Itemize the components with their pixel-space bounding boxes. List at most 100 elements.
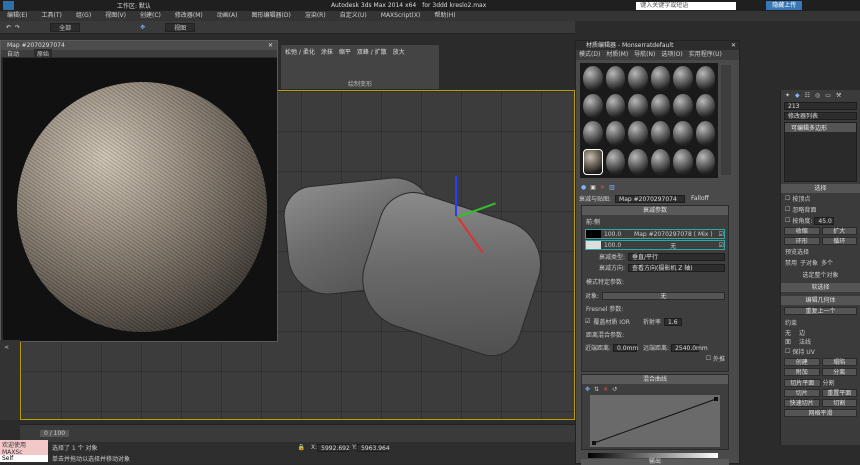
mesh-smooth-button[interactable]: 网格平滑 <box>784 409 857 417</box>
me-menu-material[interactable]: 材质(M) <box>603 50 631 60</box>
utilities-tab-icon[interactable]: ⚒ <box>836 92 841 99</box>
object-name-field[interactable]: 213 <box>784 102 857 110</box>
ribbon-flatten-button[interactable]: 缩平 <box>339 47 351 56</box>
far-field[interactable]: 2540.0mm <box>671 343 708 352</box>
stack-item-editable-poly[interactable]: 可编辑多边形 <box>785 123 856 132</box>
output-rollout-title[interactable]: 输出 <box>581 459 729 465</box>
multi-radio[interactable]: 多个 <box>821 258 833 267</box>
create-tab-icon[interactable]: ✦ <box>785 92 790 99</box>
assign-material-icon[interactable]: ▣ <box>590 184 596 191</box>
near-field[interactable]: 0.0mm <box>613 343 638 352</box>
sample-slot[interactable] <box>650 148 670 175</box>
me-menu-navigation[interactable]: 导航(N) <box>631 50 658 60</box>
ribbon-relax-button[interactable]: 松弛 / 柔化 <box>285 47 315 56</box>
edit-geometry-title[interactable]: 编辑几何体 <box>781 296 860 305</box>
close-icon[interactable]: ✕ <box>731 41 736 50</box>
create-button[interactable]: 创建 <box>784 358 820 366</box>
sample-slot[interactable] <box>695 148 715 175</box>
ribbon-pinch-button[interactable]: 双峰 / 扩散 <box>357 47 387 56</box>
attach-button[interactable]: 附加 <box>784 368 820 376</box>
side-amount[interactable]: 100.0 <box>604 242 628 249</box>
front-map-button[interactable]: Map #2070297078 ( Mix ) <box>631 231 716 238</box>
hierarchy-tab-icon[interactable]: ☷ <box>805 92 810 99</box>
sample-slot[interactable] <box>673 121 693 146</box>
ior-field[interactable]: 1.6 <box>663 317 682 326</box>
angle-field[interactable]: 45.0 <box>814 216 835 225</box>
menu-group[interactable]: 组(G) <box>69 11 98 21</box>
map-type-button[interactable]: Falloff <box>691 195 709 202</box>
checkbox-icon[interactable]: ☐ <box>785 206 790 213</box>
object-pick-button[interactable]: 无 <box>602 291 725 300</box>
me-menu-modes[interactable]: 模式(D) <box>576 50 603 60</box>
lock-icon[interactable]: 🔒 <box>298 444 305 451</box>
gizmo-y-axis[interactable] <box>455 176 457 216</box>
detach-button[interactable]: 分离 <box>821 368 857 376</box>
checkbox-icon[interactable]: ☑ <box>585 318 590 325</box>
modifier-list-dropdown[interactable]: 修改器列表 <box>784 112 857 120</box>
slice-plane-button[interactable]: 切片平面 <box>784 378 821 387</box>
side-map-button[interactable]: 无 <box>631 241 716 250</box>
selection-filter-dropdown[interactable]: 全部 <box>50 22 81 32</box>
constraint-none[interactable]: 无 <box>785 328 791 337</box>
sample-slot-selected[interactable] <box>583 148 603 175</box>
grow-button[interactable]: 扩大 <box>821 227 857 235</box>
mix-curve-graph[interactable] <box>590 395 720 447</box>
repeat-last-button[interactable]: 重复上一个 <box>784 307 857 315</box>
map-mode[interactable]: 自动 <box>1 49 19 58</box>
modify-tab-icon[interactable]: ◆ <box>795 92 800 99</box>
front-color-swatch[interactable] <box>586 230 601 238</box>
share-icon[interactable]: ⋖ <box>0 340 20 355</box>
display-tab-icon[interactable]: ▭ <box>825 92 831 99</box>
front-amount[interactable]: 100.0 <box>604 231 628 238</box>
falloff-type-select[interactable]: 垂直/平行 <box>628 252 725 261</box>
delete-icon[interactable]: ✕ <box>600 184 605 191</box>
select-move-icon[interactable]: ✥ <box>140 24 145 31</box>
slice-button[interactable]: 切片 <box>784 389 820 397</box>
sample-slot[interactable] <box>605 93 625 118</box>
reset-curve-icon[interactable]: ↺ <box>612 386 617 393</box>
sample-slot[interactable] <box>628 93 648 118</box>
sample-slot[interactable] <box>673 93 693 118</box>
shrink-button[interactable]: 收缩 <box>784 227 820 235</box>
menu-tools[interactable]: 工具(T) <box>34 11 68 21</box>
ring-button[interactable]: 环形 <box>784 237 820 245</box>
listener-input[interactable]: Self <box>0 455 48 462</box>
map-channel[interactable]: 原始 <box>34 49 53 58</box>
move-point-icon[interactable]: ✥ <box>585 386 590 393</box>
sample-slot[interactable] <box>628 66 648 91</box>
checkbox-icon[interactable]: ☑ <box>719 242 724 249</box>
ribbon-smudge-button[interactable]: 涂抹 <box>321 47 333 56</box>
show-map-icon[interactable]: ▥ <box>609 184 615 191</box>
menu-views[interactable]: 视图(V) <box>98 11 133 21</box>
ribbon-amplify-button[interactable]: 放大 <box>393 47 405 56</box>
delete-point-icon[interactable]: ✕ <box>603 386 608 393</box>
falloff-dir-select[interactable]: 查看方向(摄影机 Z 轴) <box>628 263 725 272</box>
collapse-button[interactable]: 塌陷 <box>821 358 857 366</box>
sample-slot[interactable] <box>605 121 625 146</box>
time-slider[interactable]: 0 / 100 <box>40 430 70 437</box>
me-menu-options[interactable]: 选项(O) <box>658 50 685 60</box>
loop-button[interactable]: 循环 <box>821 237 857 245</box>
sample-slot[interactable] <box>605 66 625 91</box>
constraint-edge[interactable]: 边 <box>799 328 805 337</box>
scale-point-icon[interactable]: ⇅ <box>594 386 599 393</box>
workspace-dropdown[interactable]: 工作区: 默认 <box>117 1 151 10</box>
menu-graph-editors[interactable]: 图形编辑器(D) <box>245 11 298 21</box>
quickslice-button[interactable]: 快速切片 <box>784 399 820 407</box>
reset-plane-button[interactable]: 重置平面 <box>821 389 857 397</box>
menu-animation[interactable]: 动画(A) <box>210 11 245 21</box>
get-material-icon[interactable]: ● <box>581 184 586 191</box>
menu-maxscript[interactable]: MAXScript(X) <box>374 11 428 21</box>
login-button[interactable]: 隐藏上传 <box>766 1 803 10</box>
undo-icon[interactable]: ↶ <box>6 24 11 31</box>
constraint-normal[interactable]: 法线 <box>799 337 811 346</box>
disabled-radio[interactable]: 禁用 <box>785 258 797 267</box>
me-menu-utilities[interactable]: 实用程序(U) <box>686 50 725 60</box>
view-dropdown[interactable]: 视图 <box>165 22 196 32</box>
menu-customize[interactable]: 自定义(U) <box>333 11 374 21</box>
checkbox-icon[interactable]: ☐ <box>785 195 790 202</box>
selection-rollout-title[interactable]: 选择 <box>781 184 860 193</box>
sample-slot[interactable] <box>650 66 670 91</box>
sample-slot[interactable] <box>583 121 603 146</box>
close-icon[interactable]: ✕ <box>268 41 273 50</box>
